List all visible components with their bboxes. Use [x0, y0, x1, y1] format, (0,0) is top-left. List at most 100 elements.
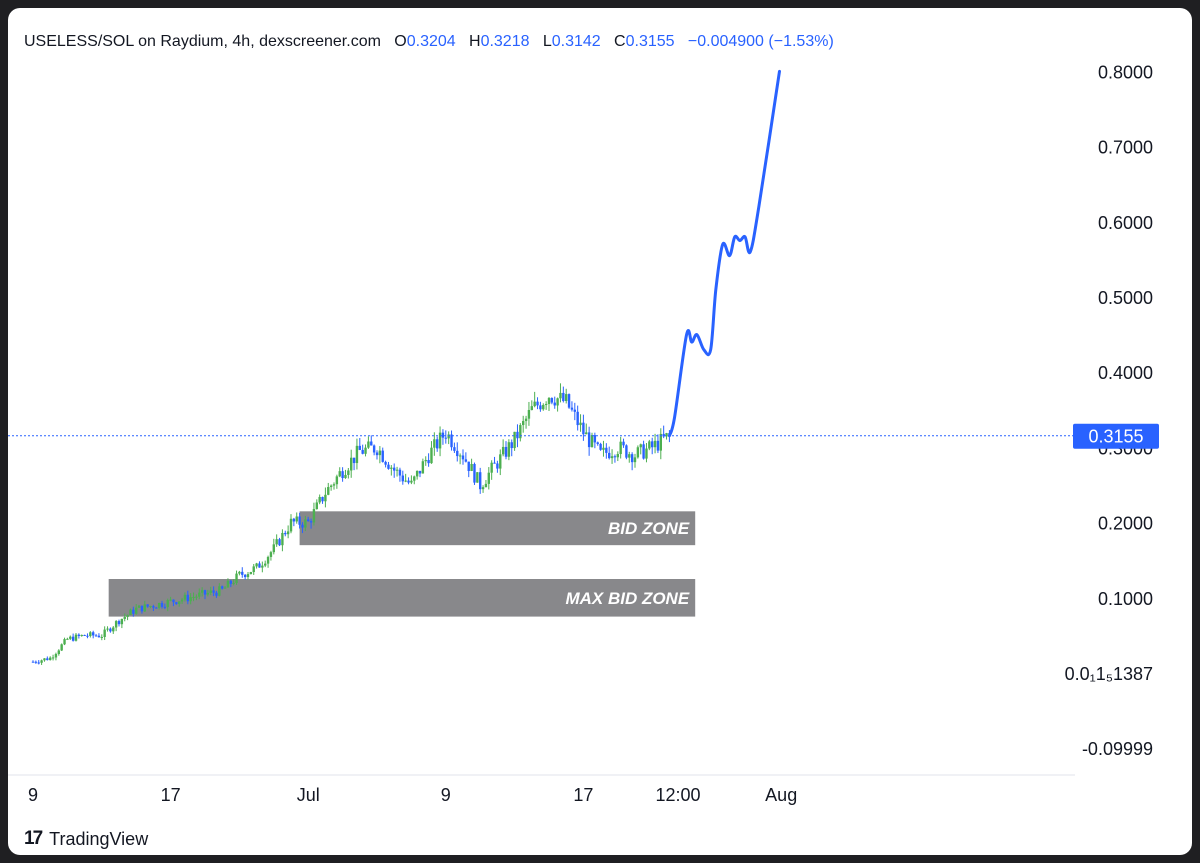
price-tick-label: -0.09999 [1082, 739, 1153, 759]
time-tick-label: 9 [28, 785, 38, 805]
change-value: −0.004900 (−1.53%) [687, 33, 834, 50]
candle-body [146, 604, 149, 607]
candle-body [590, 435, 594, 448]
candle-body [307, 519, 310, 522]
candle-body [175, 602, 178, 605]
chart-legend-header: USELESS/SOL on Raydium, 4h, dexscreener.… [24, 33, 834, 51]
candle-body [221, 586, 224, 589]
candle-body [200, 590, 204, 593]
candle-body [582, 422, 585, 435]
candle-body [458, 455, 462, 457]
candle-body [622, 441, 625, 446]
candle-body [479, 472, 482, 490]
candle-body [487, 472, 490, 484]
candle-body [31, 661, 35, 663]
candle-body [266, 556, 270, 564]
candle-body [120, 618, 124, 625]
candle-body [129, 609, 132, 615]
candle-body [533, 401, 536, 407]
candle-body [198, 592, 201, 597]
candle-body [137, 605, 141, 608]
candle-body [605, 447, 608, 453]
candle-body [89, 632, 92, 637]
candle-body [114, 621, 118, 628]
candle-body [542, 404, 545, 410]
candle-body [223, 587, 227, 589]
price-tick-label: 0.0₁1₅1387 [1065, 664, 1153, 684]
candle-body [444, 437, 447, 439]
candle-body [80, 634, 83, 636]
candle-body [413, 476, 416, 481]
candle-body [49, 657, 52, 661]
candle-body [43, 658, 46, 661]
candle-body [157, 602, 161, 608]
candle-body [602, 447, 605, 450]
candle-body [436, 439, 439, 449]
candle-body [456, 450, 459, 457]
candle-body [327, 487, 330, 495]
candle-body [149, 606, 152, 608]
candle-body [192, 596, 195, 598]
candle-body [593, 435, 597, 443]
candle-body [544, 404, 548, 406]
time-tick-label: 17 [161, 785, 181, 805]
candle-body [140, 605, 144, 612]
price-tick-label: 0.1000 [1098, 589, 1153, 609]
candle-body [507, 442, 511, 457]
candle-body [438, 432, 442, 449]
candle-body [352, 457, 356, 464]
candle-body [493, 462, 496, 464]
candle-body [645, 448, 648, 459]
candle-body [206, 592, 210, 595]
candle-body [275, 539, 278, 545]
candle-body [530, 406, 533, 410]
candle-body [123, 616, 126, 619]
candle-body [599, 443, 602, 450]
candle-body [264, 563, 267, 566]
candle-body [347, 470, 350, 475]
candle-body [378, 450, 382, 456]
zone-label-2: MAX BID ZONE [565, 589, 689, 608]
candle-body [229, 580, 232, 584]
candle-body [301, 524, 304, 528]
candle-body [470, 463, 473, 471]
chart-canvas[interactable]: BID ZONE MAX BID ZONE 0.8000 0.7000 0.6000 0… [8, 8, 1192, 855]
price-tick-label: 0.4000 [1098, 363, 1153, 383]
candle-body [226, 580, 230, 588]
candle-body [218, 586, 221, 596]
candle-body [178, 601, 181, 605]
candle-body [559, 392, 562, 399]
candle-body [321, 496, 324, 502]
candle-body [504, 446, 508, 457]
candle-body [585, 432, 588, 435]
candle-body [519, 425, 522, 439]
candle-body [630, 454, 634, 463]
candle-body [172, 599, 175, 603]
time-tick-label: Aug [765, 785, 797, 805]
candle-body [284, 532, 287, 535]
candle-body [467, 461, 470, 471]
candle-body [447, 434, 450, 439]
candle-body [77, 634, 81, 636]
candle-body [608, 452, 611, 459]
candle-body [135, 607, 138, 614]
candle-body [613, 456, 617, 458]
candle-body [60, 644, 63, 651]
candle-body [312, 509, 316, 523]
tradingview-branding[interactable]: 17 TradingView [24, 828, 148, 850]
candle-body [289, 518, 293, 532]
candle-body [516, 431, 519, 439]
price-tick-label: 0.7000 [1098, 138, 1153, 158]
chart-frame: BID ZONE MAX BID ZONE 0.8000 0.7000 0.6000 0… [8, 8, 1192, 855]
candle-body [103, 629, 106, 637]
candle-body [410, 480, 413, 483]
candle-body [522, 421, 525, 426]
candle-body [375, 452, 379, 456]
candle-body [361, 449, 364, 454]
last-price-tag: 0.3155 [1073, 423, 1159, 449]
candle-body [212, 590, 215, 593]
candle-body [74, 634, 78, 641]
candle-body [659, 433, 662, 451]
candle-body [37, 662, 40, 664]
candle-body [298, 516, 301, 525]
